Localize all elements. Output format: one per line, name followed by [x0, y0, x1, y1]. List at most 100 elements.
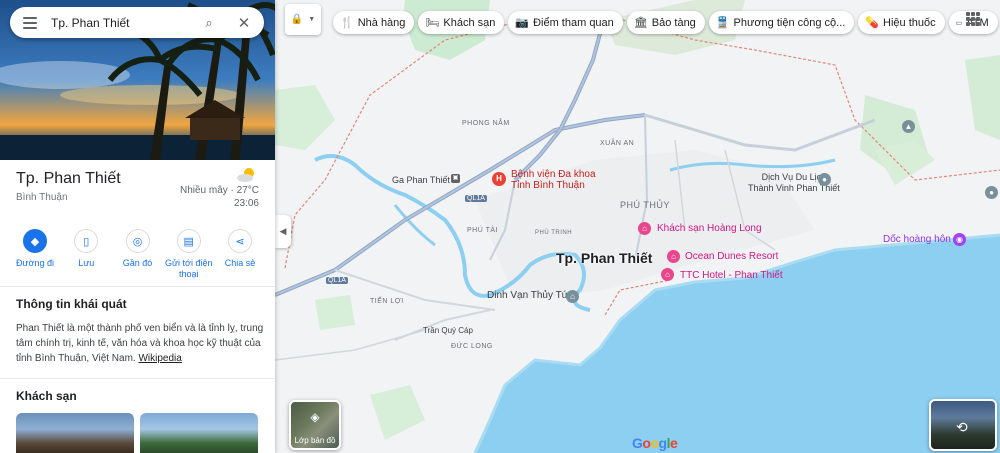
- weather-widget: Nhiều mây · 27°C 23:06: [180, 168, 259, 210]
- service-pin-icon[interactable]: ●: [818, 173, 831, 186]
- place-pin-icon[interactable]: ▲: [902, 120, 915, 133]
- pharmacy-icon: 💊: [865, 17, 880, 29]
- share-icon: ⋖: [228, 229, 252, 253]
- map-label-ocean-dunes[interactable]: Ocean Dunes Resort: [685, 251, 778, 262]
- dulich-label-line1: Dịch Vụ Du Lịch: [761, 172, 827, 182]
- restaurant-icon: 🍴: [340, 17, 354, 29]
- rotate-arrow-icon: ⟲: [956, 419, 968, 435]
- map-label-tien-loi: TIẾN LỢI: [370, 298, 404, 305]
- hotel-icon: 🛏: [425, 17, 440, 29]
- train-station-icon[interactable]: ▣: [451, 174, 460, 183]
- google-apps-icon[interactable]: [966, 12, 980, 26]
- directions-icon: ◆: [23, 229, 47, 253]
- hospital-label-line1: Bệnh viện Đa khoa: [511, 169, 596, 180]
- chip-attractions[interactable]: 📷 Điểm tham quan: [508, 11, 623, 34]
- attraction-pin-icon[interactable]: ◉: [953, 233, 966, 246]
- lock-icon: 🔒: [290, 14, 304, 25]
- directions-button[interactable]: ◆ Đường đi: [10, 229, 60, 280]
- search-box[interactable]: Tp. Phan Thiết ⌕ ✕: [10, 7, 264, 38]
- map-label-duc-long: ĐỨC LONG: [451, 343, 493, 350]
- category-chips: 🍴 Nhà hàng 🛏 Khách sạn 📷 Điểm tham quan 🏛 Bả…: [333, 11, 998, 34]
- hospital-label-line2: Tỉnh Bình Thuận: [511, 180, 585, 191]
- chip-transit[interactable]: 🚆 Phương tiện công cộ...: [708, 11, 855, 34]
- hotel-pin-icon[interactable]: ⌂: [667, 250, 680, 263]
- map-label-doc-hoang-hon[interactable]: Dốc hoàng hôn: [883, 234, 951, 245]
- map-label-tran-quy-cap: Trần Quý Cáp: [423, 326, 473, 335]
- chip-label: Nhà hàng: [357, 16, 406, 29]
- map-label-phong-nam: PHONG NẪM: [462, 120, 510, 127]
- chip-restaurants[interactable]: 🍴 Nhà hàng: [333, 11, 415, 34]
- close-icon[interactable]: ✕: [236, 14, 252, 32]
- camera-icon: 📷: [515, 17, 530, 29]
- road-badge-ql1a: QL1A: [465, 195, 487, 202]
- chip-pharmacy[interactable]: 💊 Hiệu thuốc: [858, 11, 945, 34]
- chip-label: Khách sạn: [443, 16, 496, 29]
- map-label-phu-tai: PHÚ TÀI: [467, 227, 498, 234]
- nearby-icon: ◎: [125, 229, 150, 253]
- atm-icon: ▭: [955, 19, 963, 27]
- chip-museums[interactable]: 🏛 Bảo tàng: [626, 11, 705, 34]
- hotels-title: Khách sạn: [16, 389, 77, 403]
- overview-text: Phan Thiết là một thành phố ven biển và …: [16, 321, 266, 366]
- map-label-city[interactable]: Tp. Phan Thiết: [556, 250, 652, 266]
- map-label-xuan-an: XUÂN AN: [600, 140, 635, 147]
- google-logo: Google: [632, 435, 678, 451]
- hotel-card-image[interactable]: [16, 413, 134, 453]
- place-subtitle: Bình Thuận: [16, 192, 68, 203]
- landmark-icon[interactable]: ⌂: [566, 290, 579, 303]
- road-badge-ql1a: QL1A: [326, 277, 348, 284]
- save-button[interactable]: ▯ Lưu: [61, 229, 111, 280]
- weather-time: 23:06: [233, 198, 259, 209]
- hotel-card-image[interactable]: [140, 413, 258, 453]
- share-button[interactable]: ⋖ Chia sẻ: [215, 229, 265, 280]
- send-to-phone-button[interactable]: ▤ Gửi tới điện thoại: [164, 229, 214, 280]
- partly-cloudy-icon: [237, 168, 254, 182]
- action-label-line1: Gửi tới điện: [165, 258, 213, 268]
- map-label-dinh-van-thuy-tu[interactable]: Dinh Vạn Thủy Tú: [487, 290, 567, 301]
- place-pin-icon[interactable]: ●: [985, 186, 998, 199]
- hotel-pin-icon[interactable]: ⌂: [638, 222, 651, 235]
- action-label: Gần đó: [122, 258, 153, 268]
- transit-icon: 🚆: [715, 17, 730, 29]
- collapse-panel-button[interactable]: ◀: [275, 215, 291, 248]
- action-label: Lưu: [78, 258, 95, 268]
- send-to-phone-icon: ▤: [176, 229, 201, 253]
- layers-label: Lớp bản đồ: [294, 436, 336, 445]
- map-label-ga-phan-thiet[interactable]: Ga Phan Thiết: [392, 175, 450, 185]
- maps-app: PHONG NẪM XUÂN AN PHÚ THỦY PHÚ TÀI PHÚ T…: [0, 0, 1000, 453]
- hospital-icon[interactable]: H: [492, 172, 506, 186]
- place-title: Tp. Phan Thiết: [16, 170, 121, 187]
- overview-title: Thông tin khái quát: [16, 297, 127, 311]
- chip-hotels[interactable]: 🛏 Khách sạn: [418, 11, 505, 34]
- map-label-hospital[interactable]: Bệnh viện Đa khoa Tỉnh Bình Thuận: [511, 169, 596, 191]
- weather-condition: Nhiều mây · 27°C: [179, 185, 259, 196]
- divider: [0, 286, 275, 287]
- action-buttons: ◆ Đường đi ▯ Lưu ◎ Gần đó ▤ Gửi tới điện…: [10, 229, 265, 280]
- action-label-line2: thoại: [178, 269, 199, 279]
- side-panel: Tp. Phan Thiết ⌕ ✕ Tp. Phan Thiết Bình T…: [0, 0, 275, 453]
- map-label-phu-thuy: PHÚ THỦY: [620, 200, 670, 210]
- menu-icon[interactable]: [23, 16, 37, 29]
- place-hero-image[interactable]: Tp. Phan Thiết ⌕ ✕: [0, 0, 275, 160]
- layers-icon: ◈: [310, 410, 320, 424]
- map-label-hoang-long[interactable]: Khách sạn Hoàng Long: [657, 223, 762, 234]
- street-view-button[interactable]: ⟲: [929, 399, 997, 451]
- action-label: Gửi tới điện thoại: [165, 258, 212, 280]
- divider: [0, 378, 275, 379]
- map-label-phu-trinh: PHÚ TRINH: [535, 230, 573, 236]
- wikipedia-link[interactable]: Wikipedia: [138, 353, 181, 364]
- chip-label: Hiệu thuốc: [883, 16, 936, 29]
- map-canvas[interactable]: PHONG NẪM XUÂN AN PHÚ THỦY PHÚ TÀI PHÚ T…: [275, 0, 1000, 453]
- map-label-ttc-hotel[interactable]: TTC Hotel - Phan Thiết: [680, 270, 783, 281]
- chip-label: Phương tiện công cộ...: [733, 16, 846, 29]
- search-input[interactable]: Tp. Phan Thiết: [51, 16, 200, 30]
- nearby-button[interactable]: ◎ Gần đó: [113, 229, 163, 280]
- hotel-pin-icon[interactable]: ⌂: [661, 268, 674, 281]
- chip-label: Bảo tàng: [651, 16, 696, 29]
- map-options-button[interactable]: 🔒 ▼: [285, 4, 321, 35]
- bookmark-icon: ▯: [74, 229, 99, 253]
- layers-button[interactable]: ◈ Lớp bản đồ: [289, 400, 341, 450]
- action-label: Chia sẻ: [224, 258, 256, 268]
- chevron-down-icon: ▼: [308, 16, 316, 23]
- search-icon[interactable]: ⌕: [200, 15, 218, 31]
